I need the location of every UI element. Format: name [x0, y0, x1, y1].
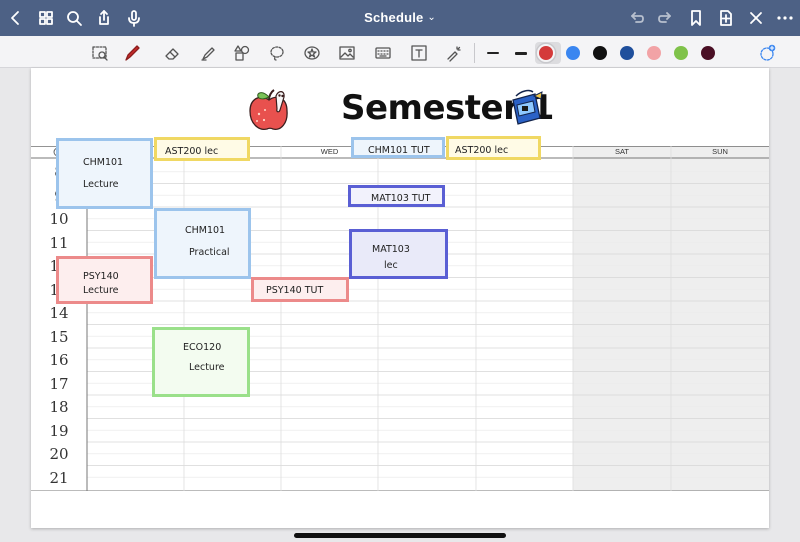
- event-block[interactable]: PSY140 Lecture: [56, 256, 153, 304]
- chevron-down-icon[interactable]: ⌄: [427, 12, 436, 23]
- stroke-width-thin[interactable]: [480, 42, 506, 64]
- weekly-schedule-grid: MONTUEWEDTHUFRISATSUN 891011121314151617…: [31, 136, 769, 491]
- share-icon[interactable]: [94, 8, 114, 28]
- lasso-icon[interactable]: [266, 42, 288, 64]
- hour-label: 19: [49, 421, 69, 440]
- event-block[interactable]: MAT103 TUT: [348, 185, 445, 207]
- event-block[interactable]: PSY140 TUT: [251, 277, 349, 302]
- microphone-icon[interactable]: [124, 8, 144, 28]
- event-block[interactable]: CHM101 Lecture: [56, 138, 153, 209]
- event-block[interactable]: MAT103 lec: [349, 229, 448, 279]
- sharpener-sticker-icon: [512, 89, 543, 125]
- event-title: CHM101: [185, 225, 226, 236]
- planner-page[interactable]: Semester 1 MONTUEWEDTHUFRISATSUN 8910111…: [31, 68, 769, 528]
- hour-label: 10: [49, 210, 69, 228]
- event-subtitle: Lecture: [83, 179, 119, 190]
- event-title: MAT103: [372, 244, 410, 255]
- grid-view-icon[interactable]: [36, 8, 56, 28]
- color-swatch[interactable]: [566, 46, 580, 60]
- day-header-sun: SUN: [712, 147, 728, 156]
- back-chevron-icon[interactable]: [6, 8, 26, 28]
- image-icon[interactable]: [336, 42, 358, 64]
- hour-label: 18: [49, 398, 69, 416]
- document-title[interactable]: Schedule ⌄: [0, 10, 800, 25]
- event-block[interactable]: AST200 lec: [154, 137, 250, 161]
- add-page-icon[interactable]: [716, 8, 736, 28]
- apple-sticker-icon: [249, 89, 288, 130]
- color-swatch[interactable]: [539, 46, 553, 60]
- keyboard-icon[interactable]: [372, 42, 394, 64]
- event-block[interactable]: ECO120 Lecture: [152, 327, 250, 397]
- add-color-icon[interactable]: [756, 42, 778, 64]
- shapes-icon[interactable]: [231, 42, 253, 64]
- more-icon[interactable]: [775, 8, 795, 28]
- event-subtitle: Practical: [189, 247, 230, 258]
- sticker-icon[interactable]: [301, 42, 323, 64]
- event-title: ECO120: [183, 342, 222, 353]
- event-title: CHM101 TUT: [368, 145, 430, 156]
- top-navigation-bar: Schedule ⌄: [0, 0, 800, 36]
- event-title: MAT103 TUT: [371, 193, 431, 204]
- drawing-toolbar: [0, 36, 800, 68]
- color-swatch[interactable]: [593, 46, 607, 60]
- hour-label: 20: [49, 445, 69, 463]
- hour-label: 11: [49, 233, 69, 252]
- event-title: AST200 lec: [165, 146, 219, 157]
- event-title: PSY140 TUT: [266, 285, 324, 296]
- hour-label: 16: [49, 351, 69, 369]
- color-swatch[interactable]: [674, 46, 688, 60]
- hour-label: 21: [49, 468, 69, 487]
- document-title-label[interactable]: Schedule: [364, 10, 423, 25]
- undo-icon[interactable]: [626, 8, 646, 28]
- hour-label: 17: [49, 374, 69, 393]
- event-title: AST200 lec: [455, 145, 509, 156]
- toolbar-divider: [474, 43, 475, 63]
- laser-pointer-icon[interactable]: [443, 42, 465, 64]
- hour-label: 14: [49, 304, 69, 322]
- highlighter-icon[interactable]: [197, 42, 219, 64]
- pen-icon[interactable]: [121, 42, 143, 64]
- event-title: CHM101: [83, 157, 124, 168]
- eraser-icon[interactable]: [161, 42, 183, 64]
- hour-label: 15: [49, 327, 69, 346]
- color-swatch[interactable]: [620, 46, 634, 60]
- redo-icon[interactable]: [656, 8, 676, 28]
- bookmark-icon[interactable]: [686, 8, 706, 28]
- close-icon[interactable]: [746, 8, 766, 28]
- event-block[interactable]: CHM101 TUT: [351, 137, 445, 158]
- event-subtitle: Lecture: [189, 362, 225, 373]
- event-block[interactable]: AST200 lec: [446, 136, 541, 160]
- stroke-width-medium[interactable]: [508, 42, 534, 64]
- day-header-sat: SAT: [614, 147, 630, 156]
- event-block[interactable]: CHM101 Practical: [154, 208, 251, 279]
- search-icon[interactable]: [64, 8, 84, 28]
- color-swatch[interactable]: [701, 46, 715, 60]
- text-box-icon[interactable]: [408, 42, 430, 64]
- event-subtitle: Lecture: [83, 285, 119, 296]
- color-swatch[interactable]: [647, 46, 661, 60]
- event-title: PSY140: [83, 271, 119, 282]
- home-indicator[interactable]: [294, 533, 506, 538]
- lasso-zoom-icon[interactable]: [89, 42, 111, 64]
- event-subtitle: lec: [384, 260, 398, 271]
